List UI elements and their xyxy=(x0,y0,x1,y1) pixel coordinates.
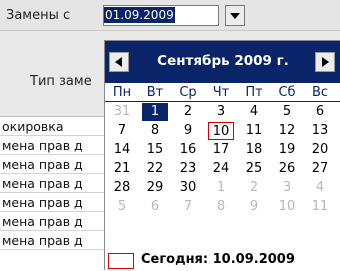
day-cell[interactable]: 2 xyxy=(175,103,201,121)
filter-label: Замены с xyxy=(6,8,71,23)
day-cell[interactable]: 4 xyxy=(307,179,333,197)
weekday-label: Вс xyxy=(311,85,329,100)
triangle-right-icon xyxy=(322,57,329,67)
day-cell[interactable]: 6 xyxy=(307,103,333,121)
calendar-popup: Сентябрь 2009 г. Пн Вт Ср Чт Пт Сб Вс 31 1 2 3 4 5 6… xyxy=(104,40,340,270)
weekday-row: Пн Вт Ср Чт Пт Сб Вс xyxy=(105,84,340,102)
day-cell[interactable]: 2 xyxy=(241,179,267,197)
day-cell[interactable]: 27 xyxy=(307,160,333,178)
day-cell[interactable]: 24 xyxy=(208,160,234,178)
calendar-header: Сентябрь 2009 г. xyxy=(105,41,340,83)
day-cell[interactable]: 14 xyxy=(109,141,135,159)
date-dropdown-button[interactable] xyxy=(225,5,245,26)
day-cell[interactable]: 9 xyxy=(241,198,267,216)
day-cell[interactable]: 28 xyxy=(109,179,135,197)
day-cell[interactable]: 17 xyxy=(208,141,234,159)
prev-month-button[interactable] xyxy=(109,52,129,72)
weekday-label: Пн xyxy=(112,85,132,100)
day-cell[interactable]: 6 xyxy=(142,198,168,216)
day-cell[interactable]: 10 xyxy=(274,198,300,216)
weekday-label: Ср xyxy=(179,85,197,100)
day-cell[interactable]: 16 xyxy=(175,141,201,159)
day-cell[interactable]: 1 xyxy=(208,179,234,197)
day-cell[interactable]: 23 xyxy=(175,160,201,178)
today-label: Сегодня: 10.09.2009 xyxy=(141,252,295,267)
day-cell-today[interactable]: 10 xyxy=(208,122,234,140)
day-cell[interactable]: 11 xyxy=(241,122,267,140)
day-cell[interactable]: 5 xyxy=(109,198,135,216)
date-input-value: 01.09.2009 xyxy=(104,7,175,23)
day-cell[interactable]: 15 xyxy=(142,141,168,159)
next-month-button[interactable] xyxy=(315,52,335,72)
day-cell[interactable]: 29 xyxy=(142,179,168,197)
day-cell[interactable]: 12 xyxy=(274,122,300,140)
day-cell[interactable]: 3 xyxy=(274,179,300,197)
column-header-label: Тип заме xyxy=(30,74,92,89)
month-title: Сентябрь 2009 г. xyxy=(157,53,289,69)
day-cell[interactable]: 5 xyxy=(274,103,300,121)
day-cell[interactable]: 22 xyxy=(142,160,168,178)
day-cell[interactable]: 7 xyxy=(175,198,201,216)
weekday-label: Вт xyxy=(146,85,164,100)
filter-bar: Замены с 01.09.2009 xyxy=(0,0,340,31)
today-marker xyxy=(108,253,134,269)
day-cell[interactable]: 19 xyxy=(274,141,300,159)
day-cell[interactable]: 11 xyxy=(307,198,333,216)
chevron-down-icon xyxy=(230,13,240,19)
day-cell[interactable]: 30 xyxy=(175,179,201,197)
day-cell[interactable]: 8 xyxy=(208,198,234,216)
day-cell[interactable]: 26 xyxy=(274,160,300,178)
day-cell[interactable]: 3 xyxy=(208,103,234,121)
date-input[interactable]: 01.09.2009 xyxy=(103,5,219,26)
day-cell[interactable]: 8 xyxy=(142,122,168,140)
weekday-label: Сб xyxy=(278,85,296,100)
day-cell[interactable]: 9 xyxy=(175,122,201,140)
day-cell-selected[interactable]: 1 xyxy=(142,103,168,121)
weekday-label: Чт xyxy=(212,85,230,100)
day-cell[interactable]: 20 xyxy=(307,141,333,159)
triangle-left-icon xyxy=(115,57,122,67)
day-cell[interactable]: 13 xyxy=(307,122,333,140)
day-cell[interactable]: 4 xyxy=(241,103,267,121)
today-footer[interactable]: Сегодня: 10.09.2009 xyxy=(105,249,340,271)
day-cell[interactable]: 25 xyxy=(241,160,267,178)
day-cell[interactable]: 18 xyxy=(241,141,267,159)
day-cell[interactable]: 31 xyxy=(109,103,135,121)
weekday-label: Пт xyxy=(245,85,263,100)
day-cell[interactable]: 21 xyxy=(109,160,135,178)
day-cell[interactable]: 7 xyxy=(109,122,135,140)
